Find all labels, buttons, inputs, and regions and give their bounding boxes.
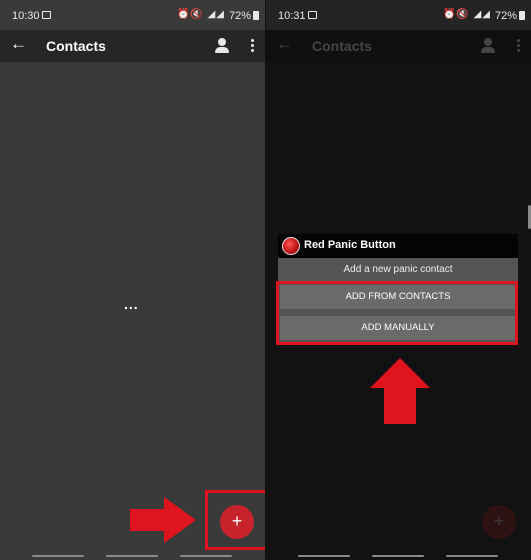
arrow-right-annotation-icon bbox=[130, 497, 196, 543]
battery-percent: 72% bbox=[228, 10, 251, 22]
image-notification-icon bbox=[42, 11, 51, 19]
status-bar: 10:30 ⏰🔇 ◢◢ 72% bbox=[0, 0, 265, 30]
status-time: 10:30 bbox=[12, 10, 40, 22]
battery-icon bbox=[519, 11, 525, 20]
back-arrow-icon[interactable]: ← bbox=[10, 34, 27, 54]
status-icons: ⏰🔇 ◢◢ bbox=[442, 9, 491, 20]
arrow-up-annotation-icon bbox=[370, 358, 430, 424]
status-bar: 10:31 ⏰🔇 ◢◢ 72% bbox=[266, 0, 531, 30]
page-title: Contacts bbox=[46, 38, 106, 54]
system-nav-bar bbox=[266, 550, 531, 560]
account-icon[interactable] bbox=[215, 38, 229, 54]
screen-before: 10:30 ⏰🔇 ◢◢ 72% ← Contacts ... + bbox=[0, 0, 265, 560]
dialog-header: Red Panic Button bbox=[278, 234, 518, 258]
dialog-title: Red Panic Button bbox=[304, 239, 396, 251]
battery-icon bbox=[253, 11, 259, 20]
nav-recents-indicator[interactable] bbox=[446, 555, 498, 557]
battery-percent: 72% bbox=[494, 10, 517, 22]
image-notification-icon bbox=[308, 11, 317, 19]
nav-back-indicator[interactable] bbox=[32, 555, 84, 557]
status-icons: ⏰🔇 ◢◢ bbox=[176, 9, 225, 20]
add-contact-fab[interactable]: + bbox=[220, 505, 254, 539]
nav-home-indicator[interactable] bbox=[372, 555, 424, 557]
nav-recents-indicator[interactable] bbox=[180, 555, 232, 557]
screen-after: 10:31 ⏰🔇 ◢◢ 72% ← Contacts + Red Panic B… bbox=[266, 0, 531, 560]
app-bar: ← Contacts bbox=[0, 30, 265, 62]
nav-home-indicator[interactable] bbox=[106, 555, 158, 557]
panic-button-app-icon bbox=[282, 237, 300, 255]
more-options-icon[interactable] bbox=[251, 39, 255, 53]
loading-indicator: ... bbox=[124, 296, 139, 312]
status-time: 10:31 bbox=[278, 10, 306, 22]
buttons-highlight-box bbox=[276, 281, 518, 345]
system-nav-bar bbox=[0, 550, 265, 560]
dialog-subtitle: Add a new panic contact bbox=[343, 264, 453, 275]
nav-back-indicator[interactable] bbox=[298, 555, 350, 557]
